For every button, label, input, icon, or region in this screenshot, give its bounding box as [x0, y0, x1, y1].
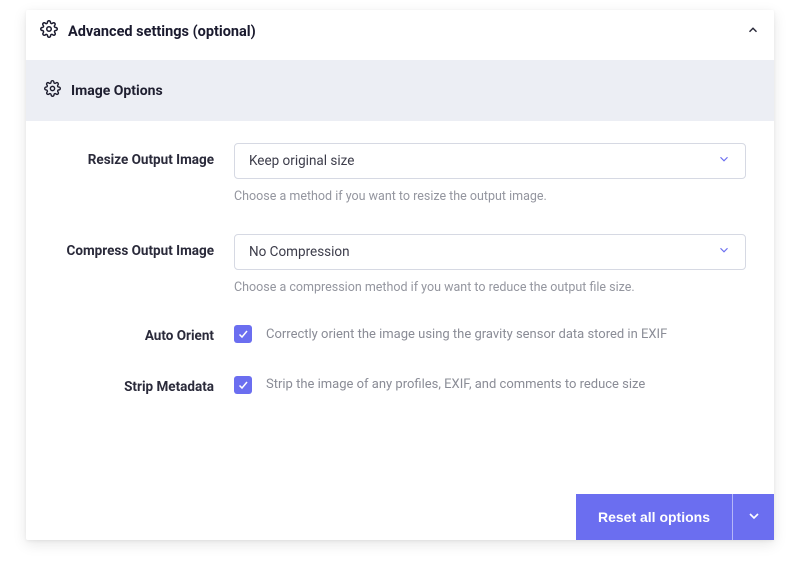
- row-resize: Resize Output Image Keep original size C…: [54, 143, 746, 204]
- footer: Reset all options: [576, 494, 774, 540]
- chevron-down-icon: [717, 152, 731, 170]
- auto-orient-label: Auto Orient: [54, 325, 234, 346]
- row-strip-metadata: Strip Metadata Strip the image of any pr…: [54, 376, 746, 397]
- compress-select[interactable]: No Compression: [234, 234, 746, 270]
- compress-label: Compress Output Image: [54, 234, 234, 261]
- compress-helper: Choose a compression method if you want …: [234, 280, 746, 295]
- resize-value: Keep original size: [249, 153, 354, 169]
- chevron-down-icon: [717, 243, 731, 261]
- auto-orient-text: Correctly orient the image using the gra…: [266, 327, 667, 342]
- reset-dropdown-button[interactable]: [732, 494, 774, 540]
- section-title: Image Options: [71, 83, 163, 99]
- card-header[interactable]: Advanced settings (optional): [26, 10, 774, 60]
- auto-orient-checkbox[interactable]: [234, 325, 252, 343]
- strip-metadata-label: Strip Metadata: [54, 376, 234, 397]
- row-compress: Compress Output Image No Compression Cho…: [54, 234, 746, 295]
- section-banner: Image Options: [26, 60, 774, 121]
- reset-button[interactable]: Reset all options: [576, 494, 732, 540]
- resize-label: Resize Output Image: [54, 143, 234, 170]
- collapse-icon[interactable]: [746, 22, 760, 41]
- chevron-down-icon: [746, 508, 762, 527]
- resize-select[interactable]: Keep original size: [234, 143, 746, 179]
- resize-helper: Choose a method if you want to resize th…: [234, 189, 746, 204]
- strip-metadata-text: Strip the image of any profiles, EXIF, a…: [266, 377, 645, 392]
- strip-metadata-checkbox[interactable]: [234, 376, 252, 394]
- form-body: Resize Output Image Keep original size C…: [26, 143, 774, 397]
- compress-value: No Compression: [249, 244, 350, 260]
- row-auto-orient: Auto Orient Correctly orient the image u…: [54, 325, 746, 346]
- card-title: Advanced settings (optional): [68, 23, 256, 40]
- header-left: Advanced settings (optional): [40, 20, 256, 42]
- gear-icon: [44, 80, 61, 101]
- settings-card: Advanced settings (optional) Image Optio…: [26, 10, 774, 540]
- gear-icon: [40, 20, 58, 42]
